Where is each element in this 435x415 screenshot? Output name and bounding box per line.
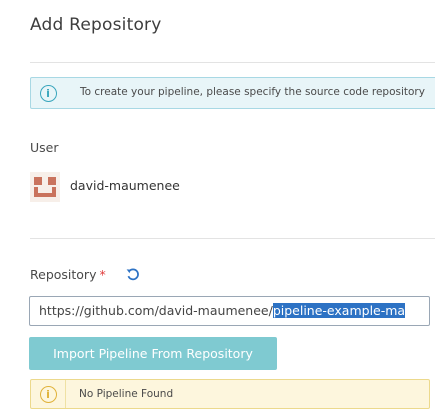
warning-separator bbox=[65, 380, 66, 408]
required-asterisk: * bbox=[99, 267, 106, 282]
warning-circle-icon: i bbox=[39, 385, 57, 403]
url-prefix-text: https://github.com/david-maumenee/ bbox=[39, 303, 273, 318]
divider bbox=[30, 62, 435, 63]
divider bbox=[30, 238, 435, 239]
import-pipeline-button[interactable]: Import Pipeline From Repository bbox=[29, 337, 277, 370]
avatar bbox=[30, 172, 60, 202]
user-label: User bbox=[30, 140, 59, 155]
warning-icon-cell: i bbox=[31, 380, 65, 408]
repository-url-input[interactable]: https://github.com/david-maumenee/pipeli… bbox=[29, 296, 430, 326]
warning-alert-text: No Pipeline Found bbox=[79, 388, 174, 400]
info-circle-icon: i bbox=[39, 84, 57, 102]
refresh-icon[interactable] bbox=[125, 266, 141, 282]
info-alert: i To create your pipeline, please specif… bbox=[30, 77, 435, 109]
username: david-maumenee bbox=[70, 178, 180, 193]
repository-label-text: Repository bbox=[30, 267, 97, 282]
url-selected-text: pipeline-example-ma bbox=[272, 303, 406, 318]
page-title: Add Repository bbox=[30, 15, 162, 35]
repository-label: Repository * bbox=[30, 267, 106, 282]
info-icon-cell: i bbox=[31, 78, 65, 108]
warning-alert: i No Pipeline Found bbox=[30, 379, 430, 409]
info-alert-text: To create your pipeline, please specify … bbox=[80, 86, 425, 98]
